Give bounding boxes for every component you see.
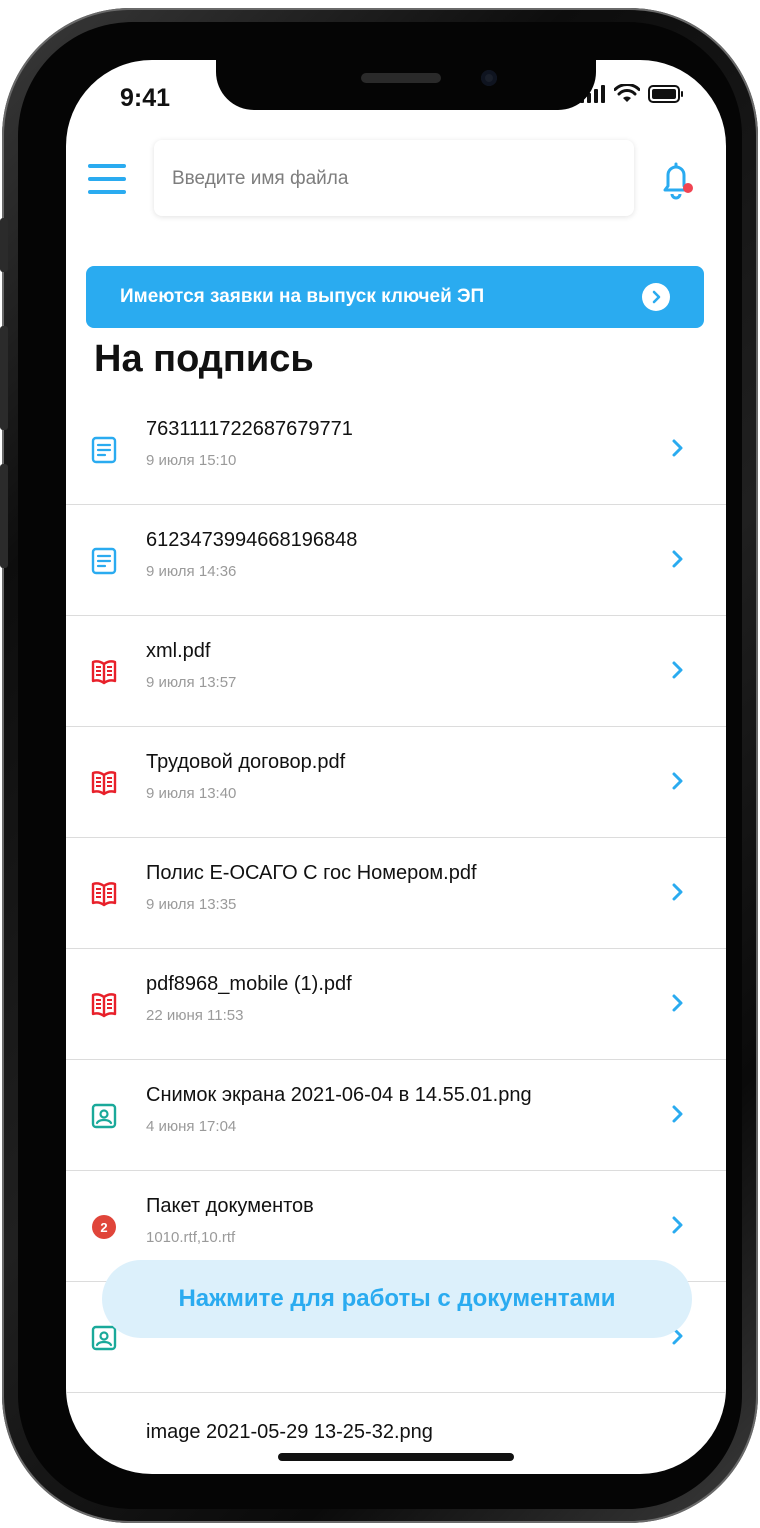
package-badge-count: 2 [100,1220,107,1235]
chevron-right-icon [672,439,683,457]
key-request-banner[interactable]: Имеются заявки на выпуск ключей ЭП [86,266,704,328]
notification-dot [683,183,693,193]
document-name: pdf8968_mobile (1).pdf [146,973,352,995]
package-badge-icon: 2 [92,1215,116,1239]
search-field[interactable] [154,140,634,218]
chevron-right-icon [672,1216,683,1234]
document-date: 9 июля 13:57 [146,674,237,691]
status-icons [580,84,684,104]
chevron-right-icon [672,772,683,790]
document-name: 6123473994668196848 [146,529,358,551]
document-row[interactable]: Полис Е-ОСАГО С гос Номером.pdf 9 июля 1… [66,838,726,949]
banner-arrow-icon [642,283,670,311]
document-date: 9 июля 15:10 [146,452,237,469]
document-row[interactable]: pdf8968_mobile (1).pdf 22 июня 11:53 [66,949,726,1060]
document-date: 9 июля 13:40 [146,785,237,802]
chevron-right-icon [672,661,683,679]
document-date: 9 июля 13:35 [146,896,237,913]
document-name: 7631111722687679771 [146,418,353,440]
notification-bell-icon[interactable] [656,158,696,202]
document-name: xml.pdf [146,640,211,662]
status-time: 9:41 [120,84,171,112]
banner-text: Имеются заявки на выпуск ключей ЭП [120,286,485,307]
page-title: На подпись [94,338,314,380]
document-row[interactable]: xml.pdf 9 июля 13:57 [66,616,726,727]
pdf-book-icon [91,993,117,1018]
document-row[interactable]: Снимок экрана 2021-06-04 в 14.55.01.png … [66,1060,726,1171]
phone-screen: 9:41 Введите имя файла Имеются заявки на… [66,60,726,1474]
document-icon [91,547,117,575]
document-row[interactable]: 7631111722687679771 9 июля 15:10 [66,394,726,505]
package-files: 1010.rtf,10.rtf [146,1229,236,1246]
document-name: Снимок экрана 2021-06-04 в 14.55.01.png [146,1084,532,1106]
chevron-right-icon [672,994,683,1012]
battery-icon [648,85,683,103]
document-name: Полис Е-ОСАГО С гос Номером.pdf [146,862,477,884]
document-date: 4 июня 17:04 [146,1118,237,1135]
chevron-right-icon [672,883,683,901]
document-date: 22 июня 11:53 [146,1007,244,1024]
home-indicator [278,1453,514,1461]
document-name: Пакет документов [146,1195,314,1217]
pdf-book-icon [91,771,117,796]
search-input[interactable] [170,140,614,218]
side-button-volume-up [0,326,8,430]
top-bar [66,140,726,220]
speaker [361,73,441,83]
pdf-book-icon [91,882,117,907]
chevron-right-icon [672,550,683,568]
document-date: 9 июля 14:36 [146,563,237,580]
chevron-right-icon [672,1105,683,1123]
image-file-icon [91,1103,117,1129]
document-icon [91,436,117,464]
work-with-documents-button[interactable]: Нажмите для работы с документами [102,1260,692,1338]
hamburger-menu-icon[interactable] [88,162,128,196]
document-row[interactable]: Трудовой договор.pdf 9 июля 13:40 [66,727,726,838]
front-camera [481,70,497,86]
side-button-volume-down [0,464,8,568]
wifi-icon [614,84,640,102]
pdf-book-icon [91,660,117,685]
image-file-icon [91,1325,117,1351]
document-name: image 2021-05-29 13-25-32.png [146,1421,433,1443]
document-row[interactable]: image 2021-05-29 13-25-32.png [66,1393,726,1474]
notch [216,60,596,110]
side-button-mute [0,218,8,272]
document-name: Трудовой договор.pdf [146,751,346,773]
document-row[interactable]: 6123473994668196848 9 июля 14:36 [66,505,726,616]
